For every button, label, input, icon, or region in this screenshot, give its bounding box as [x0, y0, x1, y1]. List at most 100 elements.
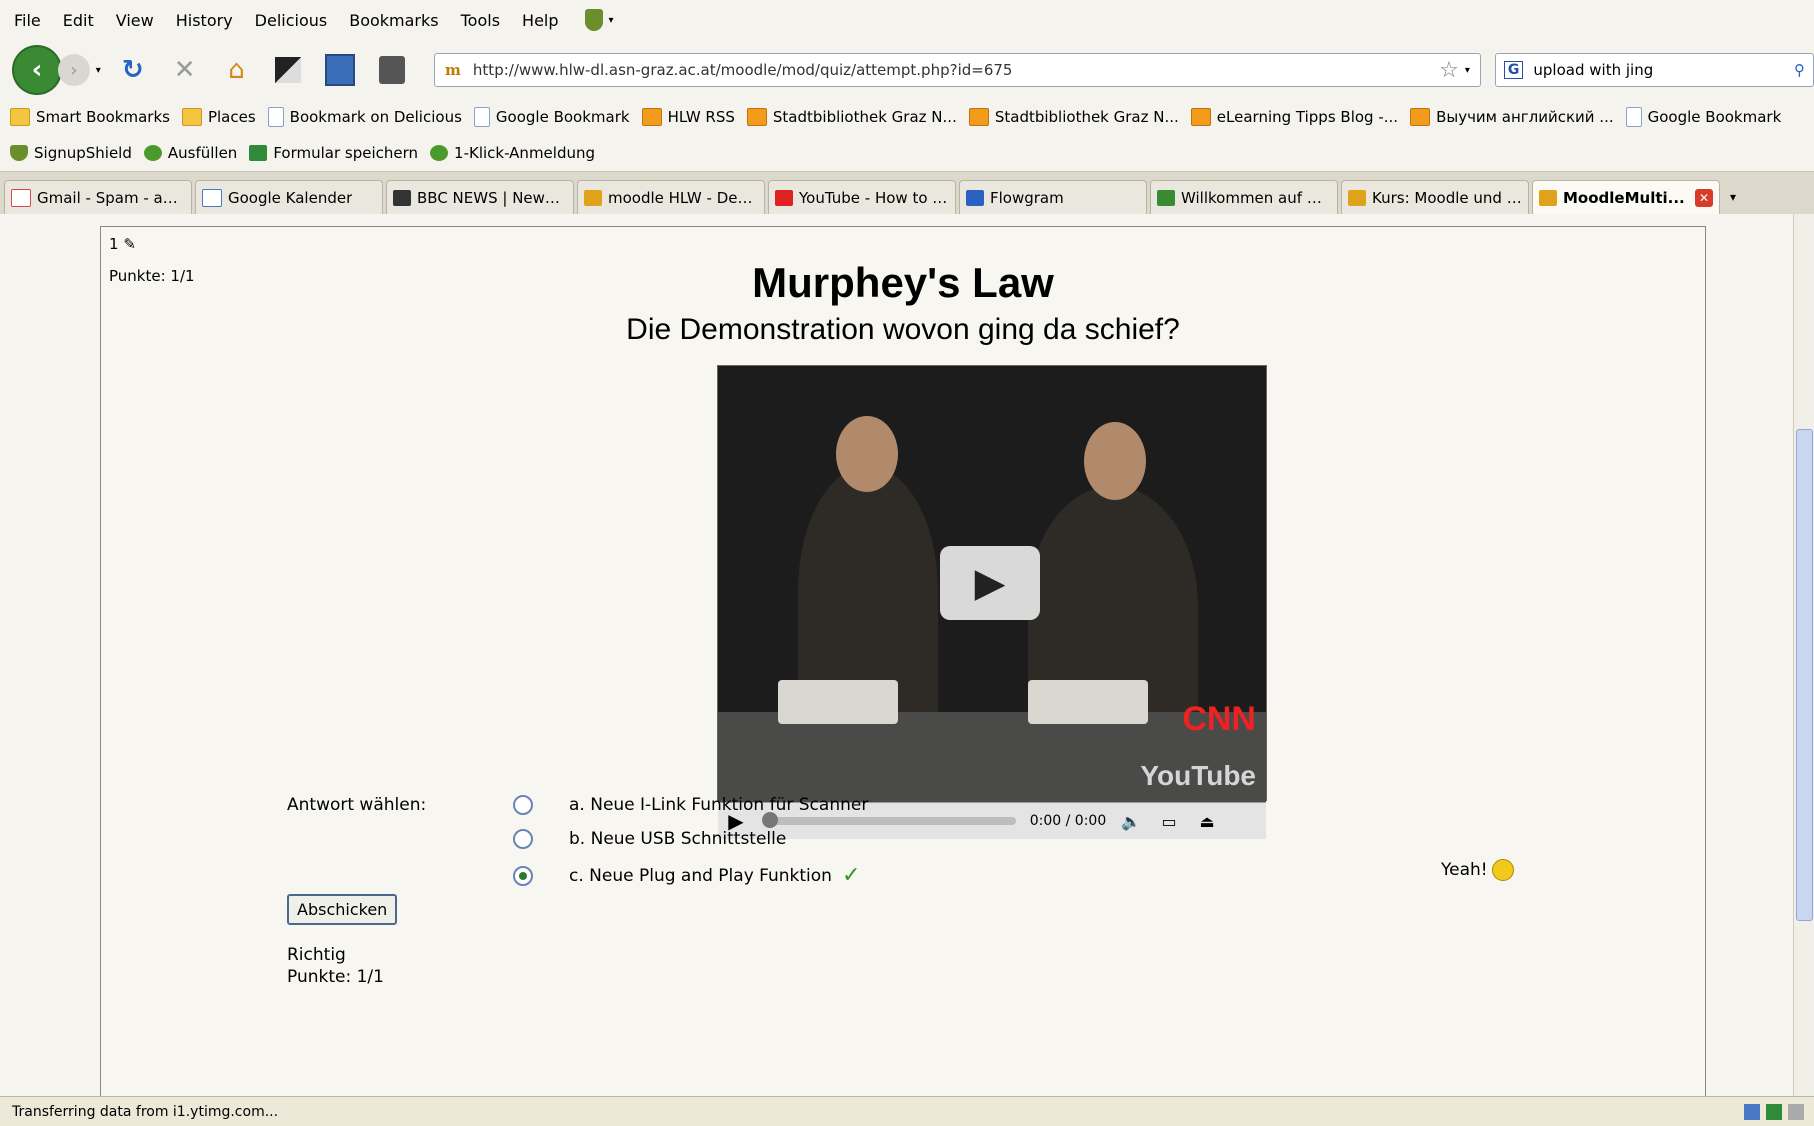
bbc-icon — [393, 189, 411, 206]
tab-label: MoodleMulti... — [1563, 188, 1685, 207]
bookmark-item[interactable]: Выучим английский ... — [1410, 108, 1614, 126]
radio-button[interactable] — [513, 795, 533, 815]
question-title: Murphey's Law — [752, 259, 1054, 306]
autofill-button[interactable]: Ausfüllen — [143, 144, 237, 162]
tab-label: Google Kalender — [228, 188, 353, 207]
url-dropdown-icon[interactable]: ▾ — [1465, 65, 1470, 76]
bookmark-item[interactable]: HLW RSS — [641, 108, 735, 126]
close-tab-icon[interactable]: ✕ — [1695, 188, 1713, 207]
feedback-text: Yeah! — [1441, 860, 1488, 880]
search-icon[interactable]: ⚲ — [1794, 61, 1805, 79]
save-form-button[interactable]: Formular speichern — [249, 144, 418, 162]
radio-button[interactable] — [513, 829, 533, 849]
tab-bbc[interactable]: BBC NEWS | News F... — [386, 180, 574, 214]
back-button[interactable]: ‹ — [12, 45, 62, 95]
menu-edit[interactable]: Edit — [63, 11, 94, 30]
tab-list-icon[interactable]: ▾ — [1723, 180, 1743, 214]
play-big-icon[interactable]: ▶ — [940, 546, 1040, 620]
tab-moodle-hlw[interactable]: moodle HLW - Deuts... — [577, 180, 765, 214]
menu-tools[interactable]: Tools — [461, 11, 500, 30]
site-icon — [1157, 189, 1175, 206]
bookmark-label: Выучим английский ... — [1436, 108, 1614, 126]
menu-help[interactable]: Help — [522, 11, 558, 30]
navigation-toolbar: ‹ › ▾ ↻ ✕ ⌂ m http://www.hlw-dl.asn-graz… — [0, 40, 1814, 100]
radio-button-selected[interactable] — [513, 865, 533, 886]
bookmark-star-icon[interactable]: ☆ — [1439, 58, 1459, 83]
forward-button[interactable]: › — [57, 54, 90, 86]
save-icon — [249, 144, 268, 161]
answer-option-a[interactable]: a. Neue I-Link Funktion für Scanner — [513, 795, 868, 815]
bookmark-item[interactable]: Smart Bookmarks — [10, 108, 170, 126]
tab-willkommen[interactable]: Willkommen auf der ... — [1150, 180, 1338, 214]
history-dropdown-icon[interactable]: ▾ — [96, 65, 101, 76]
status-mail-icon[interactable] — [1788, 1103, 1804, 1120]
bookmark-item[interactable]: Google Bookmark — [1625, 107, 1781, 127]
bookmark-label: Stadtbibliothek Graz N... — [994, 108, 1179, 126]
page-icon — [267, 107, 284, 127]
bookmark-label: Places — [207, 108, 256, 126]
bookmark-item[interactable]: Bookmark on Delicious — [267, 107, 462, 127]
menu-file[interactable]: File — [14, 11, 41, 30]
answer-feedback: Yeah! — [1441, 859, 1514, 881]
shield-addon-icon[interactable] — [584, 9, 603, 31]
signupshield-button[interactable]: SignupShield — [10, 144, 132, 162]
menu-delicious[interactable]: Delicious — [255, 11, 328, 30]
tab-gmail[interactable]: Gmail - Spam - andr... — [4, 180, 192, 214]
video-player[interactable]: ▶ CNN YouTube ▶ 0:00 / 0:00 🔈 ▭ ⏏ — [717, 365, 1267, 839]
menu-view[interactable]: View — [116, 11, 154, 30]
smiley-icon — [1491, 859, 1514, 881]
url-text[interactable]: http://www.hlw-dl.asn-graz.ac.at/moodle/… — [473, 61, 1431, 79]
screenshot-tool-icon[interactable] — [268, 50, 308, 90]
one-click-login-button[interactable]: 1-Klick-Anmeldung — [430, 144, 595, 162]
tab-flowgram[interactable]: Flowgram — [959, 180, 1147, 214]
bookmark-item[interactable]: eLearning Tipps Blog -... — [1190, 108, 1398, 126]
search-input[interactable]: upload with jing — [1533, 61, 1794, 79]
chevron-down-icon[interactable]: ▾ — [609, 15, 614, 26]
moodle-icon — [1539, 189, 1557, 206]
answer-label[interactable]: b. Neue USB Schnittstelle — [569, 829, 786, 849]
reload-icon[interactable]: ↻ — [113, 50, 153, 90]
status-addon-icon[interactable] — [1744, 1103, 1760, 1120]
scrollbar-thumb[interactable] — [1796, 429, 1813, 921]
status-bar: Transferring data from i1.ytimg.com... — [0, 1096, 1814, 1126]
answer-option-c[interactable]: c. Neue Plug and Play Funktion ✓ — [513, 863, 860, 888]
addon-label: Formular speichern — [273, 143, 419, 162]
result-text: Richtig — [287, 945, 346, 965]
home-icon[interactable]: ⌂ — [217, 50, 257, 90]
stop-icon[interactable]: ✕ — [165, 50, 205, 90]
tab-google-calendar[interactable]: Google Kalender — [195, 180, 383, 214]
tab-label: Willkommen auf der ... — [1181, 188, 1331, 207]
tab-youtube[interactable]: YouTube - How to U... — [768, 180, 956, 214]
tab-kurs-moodle[interactable]: Kurs: Moodle und M... — [1341, 180, 1529, 214]
bookmark-item[interactable]: Places — [181, 108, 256, 126]
status-icons — [1738, 1103, 1804, 1120]
sidebar-tool-icon[interactable] — [320, 50, 360, 90]
moodle-icon — [1348, 189, 1366, 206]
tab-moodlemulti[interactable]: MoodleMulti... ✕ — [1532, 180, 1720, 214]
video-frame[interactable]: ▶ CNN YouTube — [718, 366, 1266, 802]
flowgram-icon — [966, 189, 984, 206]
vertical-scrollbar[interactable] — [1793, 214, 1814, 1096]
rss-icon — [968, 108, 989, 126]
answer-label[interactable]: a. Neue I-Link Funktion für Scanner — [569, 795, 868, 815]
url-bar[interactable]: m http://www.hlw-dl.asn-graz.ac.at/moodl… — [434, 53, 1481, 87]
fullscreen-icon[interactable]: ⏏ — [1192, 812, 1222, 831]
answer-option-b[interactable]: b. Neue USB Schnittstelle — [513, 829, 786, 849]
rss-icon — [1190, 108, 1211, 126]
menu-bookmarks[interactable]: Bookmarks — [349, 11, 438, 30]
video-time: 0:00 / 0:00 — [1029, 813, 1107, 829]
volume-icon[interactable]: 🔈 — [1116, 812, 1146, 831]
video-progress-bar[interactable] — [762, 812, 1016, 828]
menu-history[interactable]: History — [176, 11, 233, 30]
search-bar[interactable]: G upload with jing ⚲ — [1494, 53, 1814, 87]
bookmark-item[interactable]: Stadtbibliothek Graz N... — [746, 108, 957, 126]
bookmark-item[interactable]: Stadtbibliothek Graz N... — [968, 108, 1179, 126]
status-network-icon[interactable] — [1766, 1103, 1782, 1120]
submit-button[interactable]: Abschicken — [287, 894, 398, 925]
edit-icon[interactable]: ✎ — [123, 235, 136, 253]
bookmark-item[interactable]: Google Bookmark — [473, 107, 630, 127]
tag-tool-icon[interactable] — [372, 50, 412, 90]
search-engine-icon[interactable]: G — [1503, 61, 1524, 79]
window-size-icon[interactable]: ▭ — [1154, 812, 1184, 831]
answer-label[interactable]: c. Neue Plug and Play Funktion — [569, 866, 832, 886]
